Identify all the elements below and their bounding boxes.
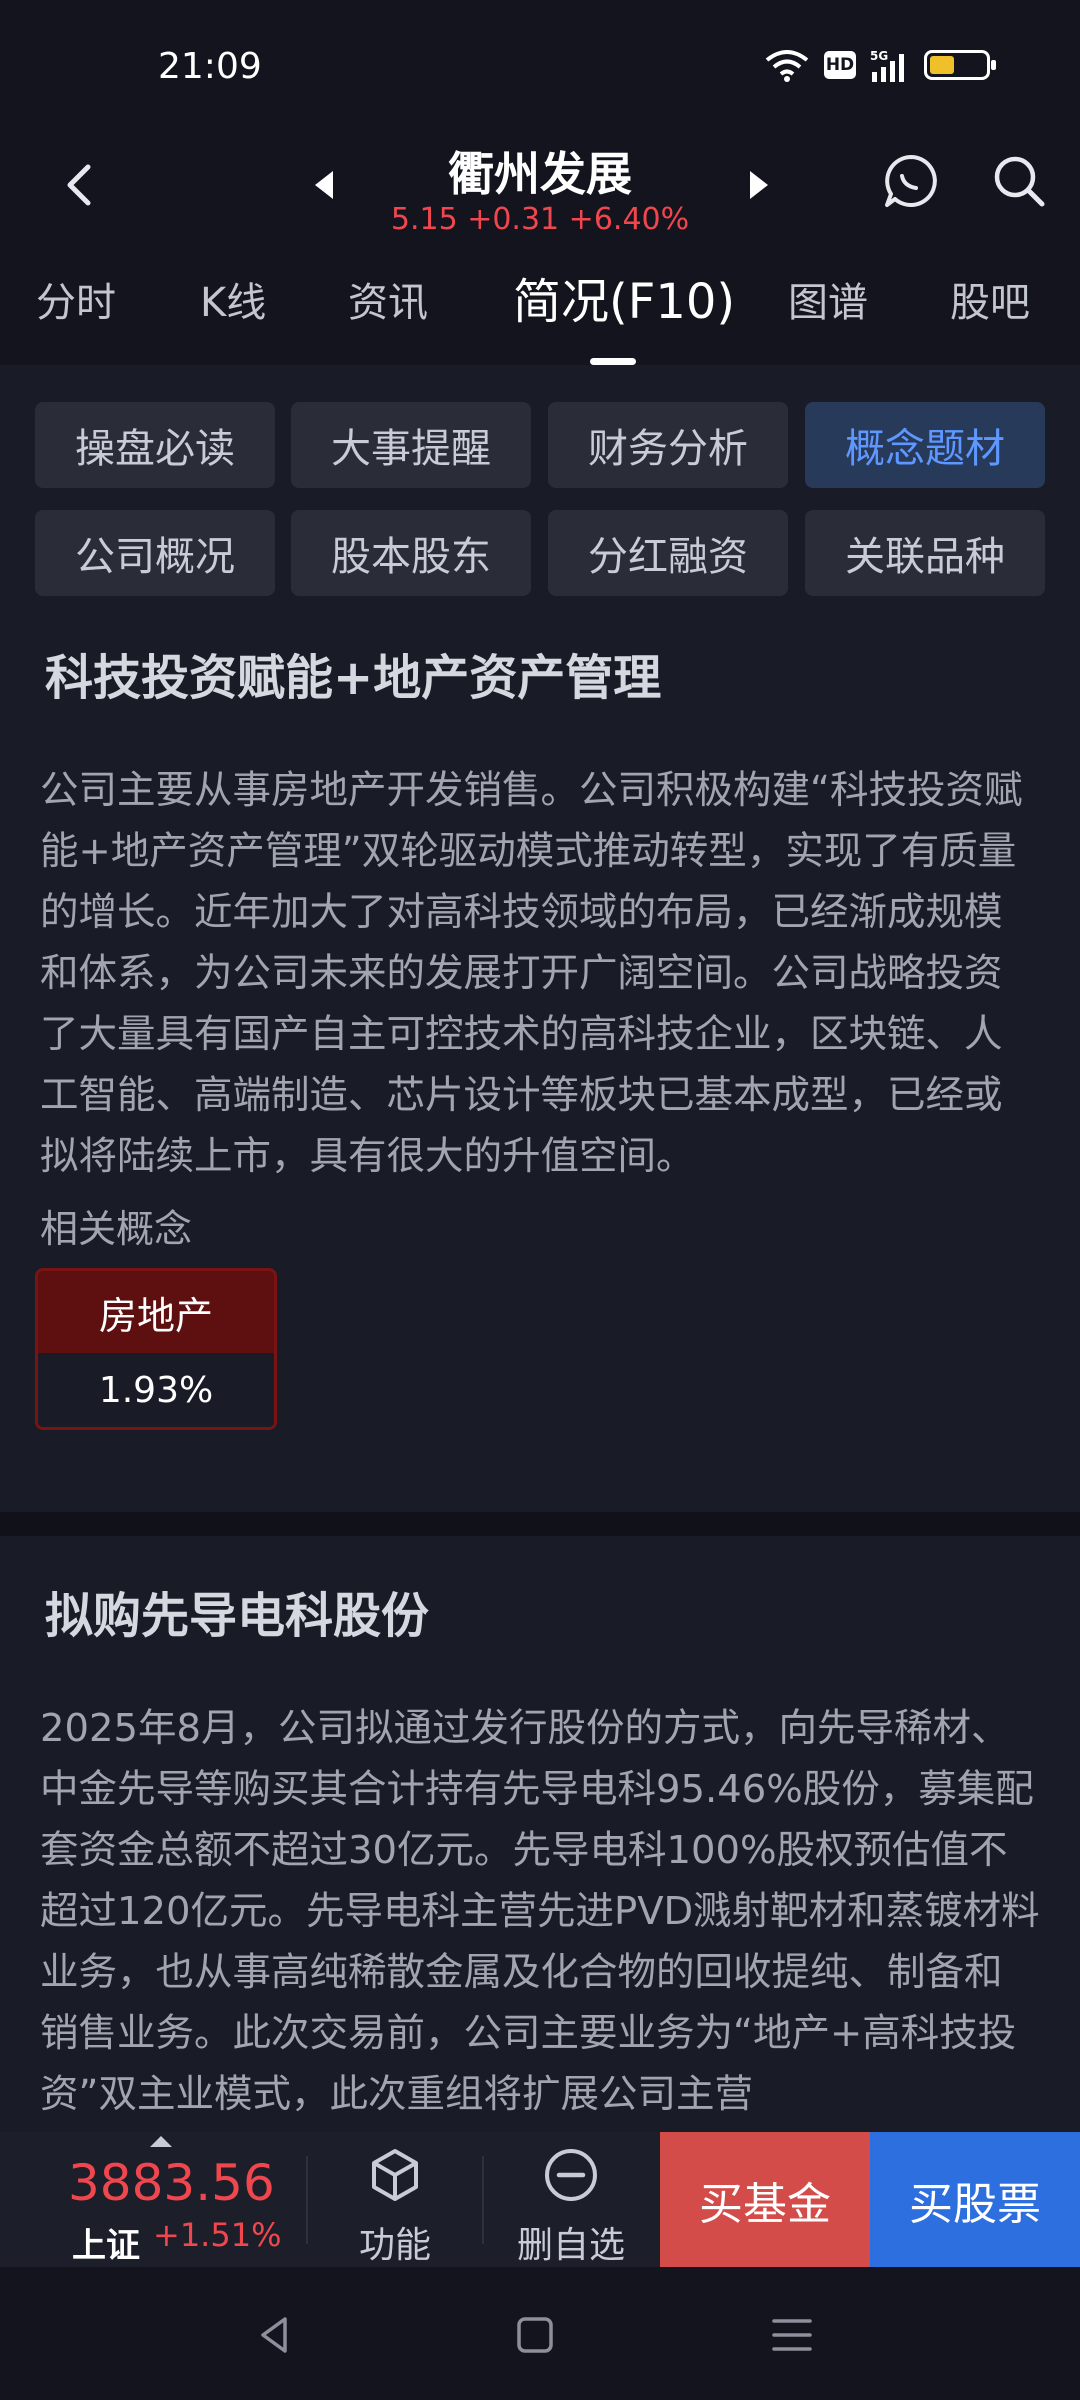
section-button-shareholders[interactable]: 股本股东	[291, 510, 531, 596]
clock: 21:09	[158, 46, 262, 87]
tab-intraday[interactable]: 分时	[36, 270, 116, 328]
tab-bar: 分时 K线 资讯 简况(F10) 图谱 股吧	[0, 270, 1080, 365]
status-icons: HD 5G	[764, 48, 996, 82]
minus-circle-icon	[545, 2149, 597, 2201]
chat-icon[interactable]	[882, 152, 940, 210]
signal-icon: 5G	[870, 49, 904, 82]
buy-fund-button[interactable]: 买基金	[660, 2132, 870, 2267]
tab-kline[interactable]: K线	[200, 270, 266, 328]
svg-text:5G: 5G	[870, 49, 888, 63]
section-button-concepts[interactable]: 概念题材	[805, 402, 1045, 488]
buy-stock-button[interactable]: 买股票	[870, 2132, 1080, 2267]
tab-forum[interactable]: 股吧	[950, 270, 1030, 328]
battery-level	[930, 56, 955, 74]
stock-header: 衢州发展 5.15 +0.31 +6.40% 分时 K线 资讯 简况(F10) …	[0, 130, 1080, 365]
tab-news[interactable]: 资讯	[348, 270, 428, 328]
nav-menu-icon[interactable]	[762, 2305, 822, 2365]
bar-separator	[482, 2156, 484, 2244]
search-icon[interactable]	[990, 152, 1048, 210]
function-label: 功能	[358, 2225, 431, 2266]
section-button-company-profile[interactable]: 公司概况	[35, 510, 275, 596]
section-button-financial-analysis[interactable]: 财务分析	[548, 402, 788, 488]
section-button-trading-guide[interactable]: 操盘必读	[35, 402, 275, 488]
section-title-acquisition: 拟购先导电科股份	[45, 1588, 430, 1644]
section-divider	[0, 1512, 1080, 1536]
concept-name: 房地产	[38, 1271, 274, 1353]
expand-index-icon[interactable]	[150, 2136, 172, 2147]
section-button-related-securities[interactable]: 关联品种	[805, 510, 1045, 596]
function-button[interactable]: 功能	[335, 2146, 455, 2266]
hd-badge: HD	[824, 51, 856, 79]
index-value[interactable]: 3883.56	[68, 2154, 275, 2212]
section-button-dividends[interactable]: 分红融资	[548, 510, 788, 596]
index-change: +1.51%	[153, 2216, 282, 2254]
status-bar: 21:09 HD 5G	[0, 0, 1080, 130]
remove-watchlist-button[interactable]: 删自选	[511, 2146, 631, 2266]
battery-icon	[924, 50, 996, 80]
section-button-events[interactable]: 大事提醒	[291, 402, 531, 488]
related-concepts-label: 相关概念	[40, 1207, 193, 1251]
bottom-action-bar: 3883.56 上证 +1.51% 功能 删自选 买基金 买股票	[0, 2132, 1080, 2267]
concept-change: 1.93%	[38, 1353, 274, 1427]
tab-graph[interactable]: 图谱	[788, 270, 868, 328]
active-tab-indicator	[590, 358, 636, 365]
index-name: 上证	[72, 2226, 140, 2266]
nav-home-icon[interactable]	[505, 2305, 565, 2365]
tab-f10-overview[interactable]: 简况(F10)	[513, 262, 735, 332]
wifi-icon	[765, 50, 809, 82]
nav-back-icon[interactable]	[245, 2305, 305, 2365]
next-stock-icon[interactable]	[738, 165, 778, 205]
bar-separator	[306, 2156, 308, 2244]
section-body-tech-investment: 公司主要从事房地产开发销售。公司积极构建“科技投资赋能+地产资产管理”双轮驱动模…	[40, 768, 1023, 1179]
section-title-tech-investment: 科技投资赋能+地产资产管理	[45, 650, 662, 706]
remove-watchlist-label: 删自选	[516, 2225, 625, 2266]
concept-card-real-estate[interactable]: 房地产 1.93%	[35, 1268, 277, 1430]
cube-icon	[372, 2149, 418, 2201]
section-body-acquisition: 2025年8月，公司拟通过发行股份的方式，向先导稀材、中金先导等购买其合计持有先…	[40, 1706, 1040, 2117]
system-nav-bar	[0, 2267, 1080, 2400]
